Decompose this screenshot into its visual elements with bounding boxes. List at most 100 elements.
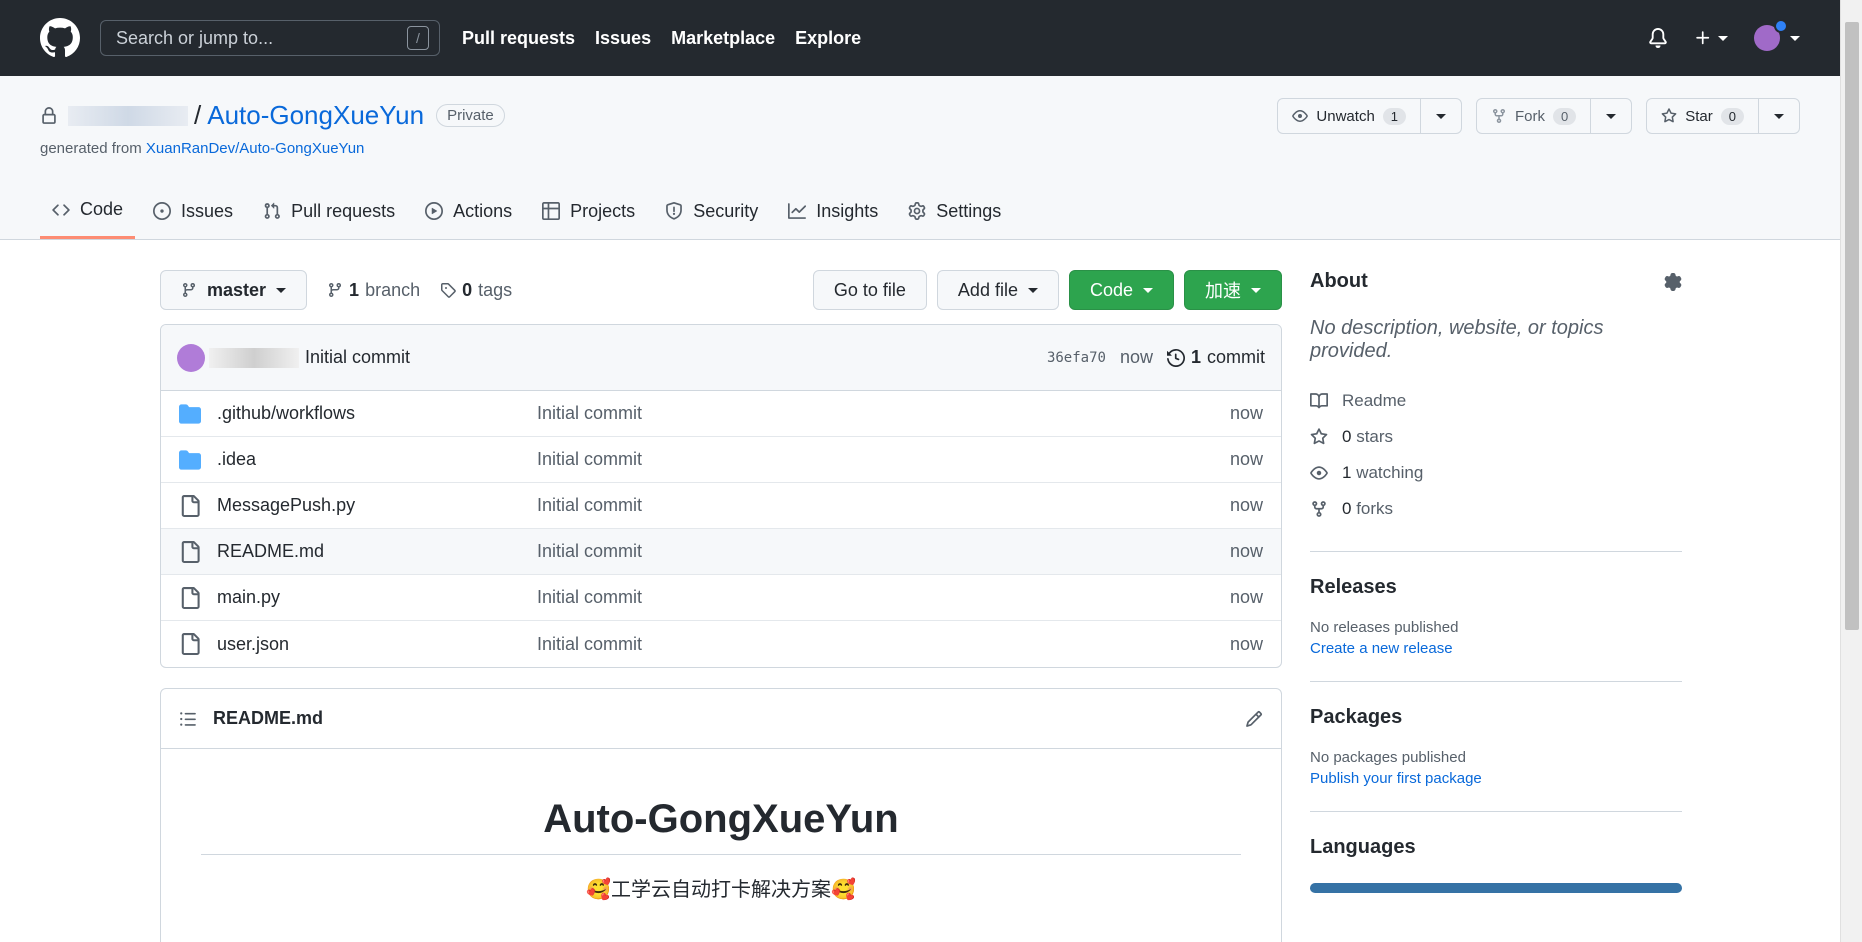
fork-label: Fork — [1515, 107, 1546, 125]
add-file-button[interactable]: Add file — [936, 270, 1059, 310]
repo-name-link[interactable]: Auto-GongXueYun — [207, 100, 424, 131]
tags-link[interactable]: 0 tags — [440, 280, 512, 301]
file-row[interactable]: MessagePush.py Initial commit now — [161, 483, 1281, 529]
star-dropdown[interactable] — [1759, 99, 1799, 133]
watching-link[interactable]: 1 watching — [1310, 455, 1682, 491]
tab-security-label: Security — [693, 200, 759, 221]
search-input[interactable]: Search or jump to... / — [100, 20, 440, 56]
file-commit-message[interactable]: Initial commit — [537, 403, 1230, 424]
commit-sha[interactable]: 36efa70 — [1047, 350, 1106, 366]
commit-history-link[interactable]: 1 commit — [1166, 347, 1265, 368]
avatar[interactable] — [177, 343, 205, 372]
template-repo-link[interactable]: XuanRanDev/Auto-GongXueYun — [146, 140, 365, 157]
readme-filename[interactable]: README.md — [213, 708, 323, 729]
file-commit-time: now — [1229, 541, 1263, 561]
nav-explore[interactable]: Explore — [795, 28, 861, 49]
chevron-down-icon — [1251, 287, 1261, 293]
user-menu[interactable] — [1754, 19, 1800, 51]
watch-dropdown[interactable] — [1421, 99, 1461, 133]
file-icon — [179, 633, 201, 655]
bell-icon[interactable] — [1648, 28, 1668, 48]
file-commit-message[interactable]: Initial commit — [537, 449, 1230, 470]
repo-sidebar: About No description, website, or topics… — [1310, 270, 1682, 893]
chevron-down-icon — [276, 287, 287, 293]
repo-tabs: Code Issues Pull requests Actions Projec… — [40, 183, 1019, 239]
code-button[interactable]: Code — [1068, 270, 1174, 310]
scrollbar[interactable] — [1840, 0, 1862, 942]
tab-insights[interactable]: Insights — [776, 183, 890, 239]
file-name-link[interactable]: .github/workflows — [217, 403, 537, 424]
fork-dropdown[interactable] — [1591, 99, 1631, 133]
star-button[interactable]: Star 0 — [1647, 99, 1759, 133]
file-commit-message[interactable]: Initial commit — [537, 634, 1230, 655]
file-commit-message[interactable]: Initial commit — [537, 587, 1230, 608]
nav-marketplace[interactable]: Marketplace — [671, 28, 775, 49]
file-icon — [179, 494, 201, 517]
language-bar[interactable] — [1310, 883, 1682, 893]
file-name-link[interactable]: MessagePush.py — [217, 495, 537, 516]
packages-heading[interactable]: Packages — [1310, 706, 1682, 729]
accelerate-button[interactable]: 加速 — [1184, 270, 1282, 310]
star-count: 0 — [1720, 107, 1744, 125]
scrollbar-thumb[interactable] — [1845, 22, 1859, 630]
file-name-link[interactable]: README.md — [217, 541, 537, 562]
create-new-dropdown[interactable] — [1694, 29, 1728, 47]
create-release-link[interactable]: Create a new release — [1310, 640, 1682, 657]
branches-link[interactable]: 1 branch — [327, 280, 420, 301]
chevron-down-icon — [1790, 35, 1800, 41]
add-file-label: Add file — [957, 279, 1018, 300]
commit-author-redacted[interactable] — [209, 347, 299, 368]
file-name-link[interactable]: main.py — [217, 587, 537, 608]
chevron-down-icon — [1718, 35, 1728, 41]
play-icon — [425, 202, 444, 220]
unwatch-button[interactable]: Unwatch 1 — [1278, 99, 1422, 133]
forks-label: forks — [1356, 499, 1394, 518]
nav-issues[interactable]: Issues — [595, 28, 651, 49]
tab-pull-requests[interactable]: Pull requests — [251, 183, 407, 239]
publish-package-link[interactable]: Publish your first package — [1310, 770, 1682, 787]
forks-link[interactable]: 0 forks — [1310, 491, 1682, 527]
book-icon — [1310, 393, 1328, 409]
eye-icon — [1310, 466, 1328, 480]
tag-count: 0 — [462, 279, 473, 300]
fork-button[interactable]: Fork 0 — [1477, 99, 1592, 133]
lock-icon — [42, 106, 56, 124]
tab-security[interactable]: Security — [653, 183, 770, 239]
watching-count: 1 — [1342, 463, 1352, 482]
file-row[interactable]: main.py Initial commit now — [161, 575, 1281, 621]
file-commit-message[interactable]: Initial commit — [537, 541, 1230, 562]
file-row[interactable]: .github/workflows Initial commit now — [161, 391, 1281, 437]
global-header: Search or jump to... / Pull requests Iss… — [0, 0, 1840, 76]
file-name-link[interactable]: .idea — [217, 449, 537, 470]
tab-settings[interactable]: Settings — [896, 183, 1013, 239]
star-icon — [1310, 428, 1328, 445]
readme-panel: README.md Auto-GongXueYun 🥰工学云自动打卡解决方案🥰 — [160, 688, 1282, 942]
file-commit-message[interactable]: Initial commit — [537, 495, 1230, 516]
stars-link[interactable]: 0 stars — [1310, 419, 1682, 455]
tab-projects[interactable]: Projects — [530, 183, 647, 239]
branch-select-button[interactable]: master — [160, 270, 308, 310]
unwatch-label: Unwatch — [1316, 107, 1375, 125]
github-logo-icon[interactable] — [40, 18, 80, 58]
tab-actions[interactable]: Actions — [413, 183, 524, 239]
star-icon — [1661, 108, 1677, 123]
go-to-file-button[interactable]: Go to file — [812, 270, 927, 310]
commit-message[interactable]: Initial commit — [305, 347, 410, 368]
releases-heading[interactable]: Releases — [1310, 576, 1682, 599]
nav-pull-requests[interactable]: Pull requests — [462, 28, 575, 49]
gear-icon[interactable] — [1664, 272, 1682, 291]
pencil-icon[interactable] — [1245, 710, 1263, 728]
owner-name-redacted[interactable] — [68, 105, 188, 126]
commit-count: 1 — [1190, 347, 1201, 367]
file-row[interactable]: .idea Initial commit now — [161, 437, 1281, 483]
divider — [1310, 681, 1682, 682]
readme-header: README.md — [161, 689, 1281, 749]
file-row[interactable]: user.json Initial commit now — [161, 621, 1281, 667]
file-name-link[interactable]: user.json — [217, 634, 537, 655]
list-unordered-icon[interactable] — [179, 710, 197, 728]
tab-issues[interactable]: Issues — [141, 183, 245, 239]
file-row[interactable]: README.md Initial commit now — [161, 529, 1281, 575]
stars-label: stars — [1356, 427, 1394, 446]
tab-code[interactable]: Code — [40, 183, 136, 239]
readme-link[interactable]: Readme — [1310, 383, 1682, 419]
